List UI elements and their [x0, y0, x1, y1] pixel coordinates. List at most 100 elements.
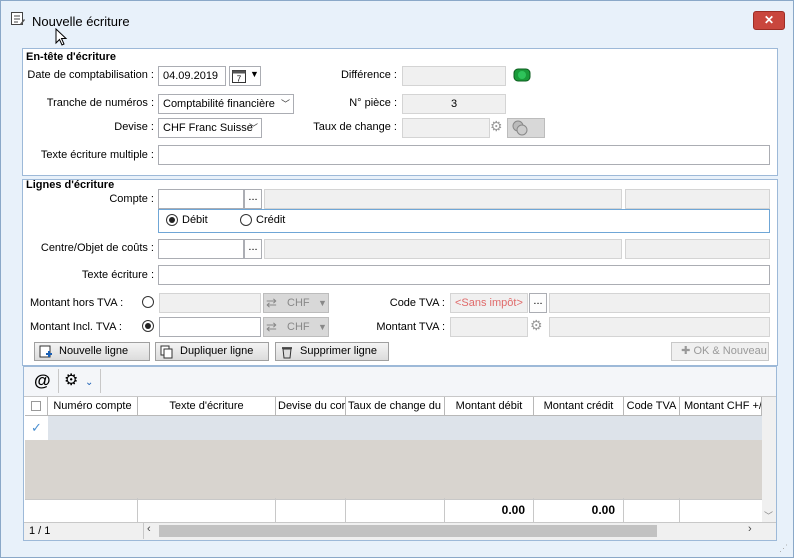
- multi-text-input[interactable]: [158, 145, 770, 165]
- amount-incl-radio[interactable]: [142, 320, 154, 332]
- column-header[interactable]: Montant CHF +/-: [680, 397, 762, 416]
- currency-label: Devise :: [114, 121, 154, 133]
- grid-toolbar: [24, 367, 776, 397]
- ok-new-label: OK & Nouveau: [693, 345, 767, 357]
- amount-excl-currency: CHF: [287, 297, 310, 309]
- duplicate-icon: [160, 345, 173, 359]
- vat-amount-label: Montant TVA :: [376, 321, 445, 333]
- toolbar-separator: [58, 369, 59, 393]
- gear-icon: ⚙: [490, 118, 503, 134]
- chevron-down-icon[interactable]: ⌄: [85, 377, 93, 388]
- chevron-down-icon: ▼: [318, 298, 327, 308]
- amount-incl-input[interactable]: [159, 317, 261, 337]
- calendar-button[interactable]: 7 ▼: [229, 66, 261, 86]
- credit-label[interactable]: Crédit: [256, 214, 285, 226]
- debit-label[interactable]: Débit: [182, 214, 208, 226]
- credit-radio[interactable]: [240, 214, 252, 226]
- delete-line-label: Supprimer ligne: [300, 345, 378, 357]
- piece-label: N° pièce :: [349, 97, 397, 109]
- scroll-left-icon[interactable]: ‹: [147, 523, 151, 535]
- footer-cell: [276, 498, 346, 522]
- status-indicator-icon: [513, 68, 531, 82]
- vertical-scrollbar[interactable]: ﹀: [762, 397, 776, 522]
- cost-center-name-field: [264, 239, 622, 259]
- range-label: Tranche de numéros :: [46, 97, 154, 109]
- account-lookup-button[interactable]: ...: [244, 189, 262, 209]
- cost-center-label: Centre/Objet de coûts :: [40, 242, 154, 254]
- account-input[interactable]: [158, 189, 244, 209]
- dialog-window: Nouvelle écriture ✕ En-tête d'écriture D…: [0, 0, 794, 558]
- toolbar-separator: [100, 369, 101, 393]
- date-input[interactable]: 04.09.2019: [158, 66, 226, 86]
- pager: 1 / 1: [29, 525, 51, 537]
- chevron-down-icon: ﹀: [280, 99, 290, 109]
- delete-line-button[interactable]: Supprimer ligne: [275, 342, 389, 361]
- select-all-header[interactable]: [25, 397, 48, 416]
- cost-center-lookup-button[interactable]: ...: [244, 239, 262, 259]
- column-header[interactable]: Numéro compte: [48, 397, 138, 416]
- document-edit-icon: [11, 12, 25, 25]
- at-icon[interactable]: @: [34, 371, 51, 391]
- grid-empty-area: [25, 440, 762, 499]
- column-header[interactable]: Montant débit: [445, 397, 534, 416]
- column-header[interactable]: Taux de change du: [346, 397, 445, 416]
- new-line-button[interactable]: Nouvelle ligne: [34, 342, 150, 361]
- currency-select[interactable]: CHF Franc Suisse ﹀: [158, 118, 262, 138]
- amount-excl-currency-select: ⇄ CHF ▼: [263, 293, 329, 313]
- horizontal-scrollbar-thumb[interactable]: [159, 525, 657, 537]
- debit-radio[interactable]: [166, 214, 178, 226]
- range-select-value: Comptabilité financière: [163, 98, 275, 110]
- gear-icon[interactable]: ⚙: [64, 370, 78, 390]
- table-row[interactable]: [25, 416, 762, 440]
- debit-total: 0.00: [445, 498, 534, 522]
- amount-excl-radio[interactable]: [142, 296, 154, 308]
- ok-new-button[interactable]: ✚ OK & Nouveau: [671, 342, 769, 361]
- difference-field: [402, 66, 506, 86]
- gear-icon: ⚙: [530, 317, 543, 333]
- line-text-input[interactable]: [158, 265, 770, 285]
- amount-excl-label: Montant hors TVA :: [30, 297, 124, 309]
- column-header[interactable]: Montant crédit: [534, 397, 624, 416]
- column-header[interactable]: Texte d'écriture: [138, 397, 276, 416]
- chevron-down-icon[interactable]: ﹀: [764, 509, 773, 522]
- footer-cell: [624, 498, 680, 522]
- column-header[interactable]: Code TVA: [624, 397, 680, 416]
- account-extra-field: [625, 189, 770, 209]
- trash-icon: [282, 347, 292, 359]
- currency-exchange-icon: ⇄: [266, 319, 277, 334]
- duplicate-line-button[interactable]: Dupliquer ligne: [155, 342, 269, 361]
- currency-exchange-button[interactable]: [507, 118, 545, 138]
- currency-exchange-icon: ⇄: [266, 295, 277, 310]
- vat-code-lookup-button[interactable]: ...: [529, 293, 547, 313]
- checkmark-icon[interactable]: ✓: [25, 416, 48, 440]
- vat-amount-extra-field: [549, 317, 770, 337]
- footer-cell: [138, 498, 276, 522]
- duplicate-line-label: Dupliquer ligne: [180, 345, 254, 357]
- footer-cell: [48, 498, 138, 522]
- column-header[interactable]: Devise du cor: [276, 397, 346, 416]
- checkbox-icon: [31, 401, 41, 412]
- scroll-right-icon[interactable]: ›: [748, 523, 752, 535]
- footer-cell: [346, 498, 445, 522]
- lines-section-title: Lignes d'écriture: [26, 179, 115, 191]
- new-line-label: Nouvelle ligne: [59, 345, 129, 357]
- currency-select-value: CHF Franc Suisse: [163, 122, 253, 134]
- chevron-down-icon: ▼: [250, 69, 259, 79]
- difference-label: Différence :: [340, 69, 397, 81]
- vat-code-label: Code TVA :: [389, 297, 445, 309]
- account-name-field: [264, 189, 622, 209]
- range-select[interactable]: Comptabilité financière ﹀: [158, 94, 294, 114]
- amount-incl-currency-select: ⇄ CHF ▼: [263, 317, 329, 337]
- chevron-down-icon: ﹀: [248, 123, 258, 133]
- calendar-icon: 7: [232, 70, 246, 83]
- rate-field: [402, 118, 490, 138]
- multi-text-label: Texte écriture multiple :: [40, 149, 154, 161]
- amount-incl-currency: CHF: [287, 321, 310, 333]
- cost-center-input[interactable]: [158, 239, 244, 259]
- close-button[interactable]: ✕: [753, 11, 785, 30]
- piece-number-field: 3: [402, 94, 506, 114]
- amount-incl-label: Montant Incl. TVA :: [30, 321, 122, 333]
- window-title: Nouvelle écriture: [32, 14, 130, 29]
- resize-grip-icon[interactable]: ⋰: [779, 543, 788, 554]
- cost-center-extra-field: [625, 239, 770, 259]
